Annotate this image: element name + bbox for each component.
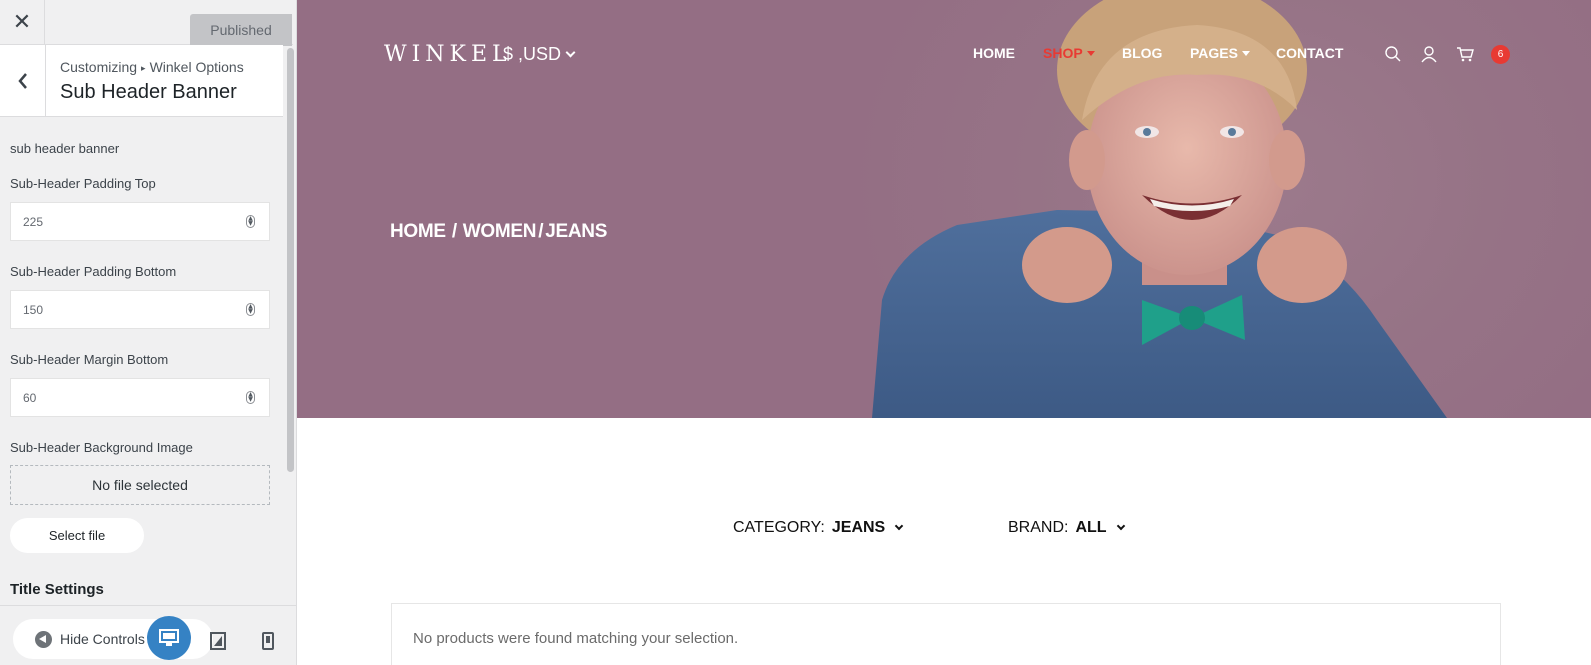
margin-bottom-label: Sub-Header Margin Bottom	[10, 352, 169, 367]
customizer-sidebar: ✕ Published Customizing ▸ Winkel Options S…	[0, 0, 297, 665]
select-file-button[interactable]: Select file	[10, 518, 144, 553]
product-filters: CATEGORY: JEANS BRAND: ALL	[297, 519, 1591, 543]
group-label: sub header banner	[10, 141, 120, 156]
section-title: Sub Header Banner	[60, 81, 237, 103]
mobile-icon	[262, 632, 274, 650]
chevron-down-icon	[894, 521, 904, 531]
preview-desktop-button[interactable]	[147, 616, 191, 660]
tablet-icon	[210, 632, 226, 650]
padding-top-label: Sub-Header Padding Top	[10, 176, 156, 191]
nav-item-blog[interactable]: BLOG	[1122, 45, 1162, 61]
nav-item-shop[interactable]: SHOP	[1043, 45, 1095, 61]
search-icon[interactable]	[1383, 44, 1403, 64]
brand-filter[interactable]: BRAND: ALL	[1008, 519, 1125, 537]
cart-count-badge: 6	[1491, 45, 1510, 64]
scrollbar-thumb[interactable]	[287, 48, 294, 472]
breadcrumb-home[interactable]: HOME	[390, 221, 446, 242]
padding-top-input[interactable]: 225 ▲ ▼	[10, 202, 270, 241]
customizer-breadcrumb: Customizing ▸ Winkel Options	[60, 59, 244, 75]
breadcrumb-women[interactable]: WOMEN	[463, 221, 537, 242]
close-customizer-button[interactable]: ✕	[0, 0, 45, 45]
close-icon: ✕	[12, 10, 32, 35]
chevron-left-icon	[17, 73, 27, 89]
publish-button[interactable]: Published	[190, 14, 292, 46]
customizer-header: ✕ Published	[0, 0, 293, 46]
collapse-icon	[35, 631, 52, 648]
preview-mobile-button[interactable]	[246, 619, 290, 663]
caret-down-icon	[1241, 50, 1250, 56]
breadcrumb-separator: ▸	[141, 63, 146, 73]
site-preview: WINKEL $ ,USD HOME SHOP BLOG PAGES CONTA…	[297, 0, 1591, 665]
caret-down-icon	[1086, 50, 1095, 56]
nav-item-contact[interactable]: CONTACT	[1276, 45, 1343, 61]
title-settings-heading[interactable]: Title Settings	[10, 581, 104, 598]
category-filter[interactable]: CATEGORY: JEANS	[733, 519, 904, 537]
stepper-icon[interactable]: ▲ ▼	[246, 215, 255, 228]
section-header: Customizing ▸ Winkel Options Sub Header Ba…	[0, 45, 283, 117]
no-products-notice: No products were found matching your sel…	[391, 603, 1501, 665]
margin-bottom-input[interactable]: 60 ▲ ▼	[10, 378, 270, 417]
cart-icon[interactable]	[1455, 44, 1475, 64]
user-icon[interactable]	[1419, 44, 1439, 64]
file-placeholder: No file selected	[10, 465, 270, 505]
preview-tablet-button[interactable]	[196, 619, 240, 663]
nav-item-pages[interactable]: PAGES	[1190, 45, 1250, 61]
padding-bottom-label: Sub-Header Padding Bottom	[10, 264, 177, 279]
nav-item-home[interactable]: HOME	[973, 45, 1015, 61]
stepper-icon[interactable]: ▲ ▼	[246, 391, 255, 404]
page-breadcrumb: HOME / WOMEN / JEANS	[390, 221, 608, 242]
background-image-label: Sub-Header Background Image	[10, 440, 193, 455]
padding-bottom-input[interactable]: 150 ▲ ▼	[10, 290, 270, 329]
chevron-down-icon	[1116, 521, 1125, 531]
back-button[interactable]	[0, 45, 46, 117]
breadcrumb-jeans: JEANS	[545, 221, 608, 242]
stepper-icon[interactable]: ▲ ▼	[246, 303, 255, 316]
customizer-footer: Hide Controls	[0, 605, 296, 665]
desktop-icon	[159, 629, 179, 646]
sub-header-banner: WINKEL $ ,USD HOME SHOP BLOG PAGES CONTA…	[297, 0, 1591, 418]
